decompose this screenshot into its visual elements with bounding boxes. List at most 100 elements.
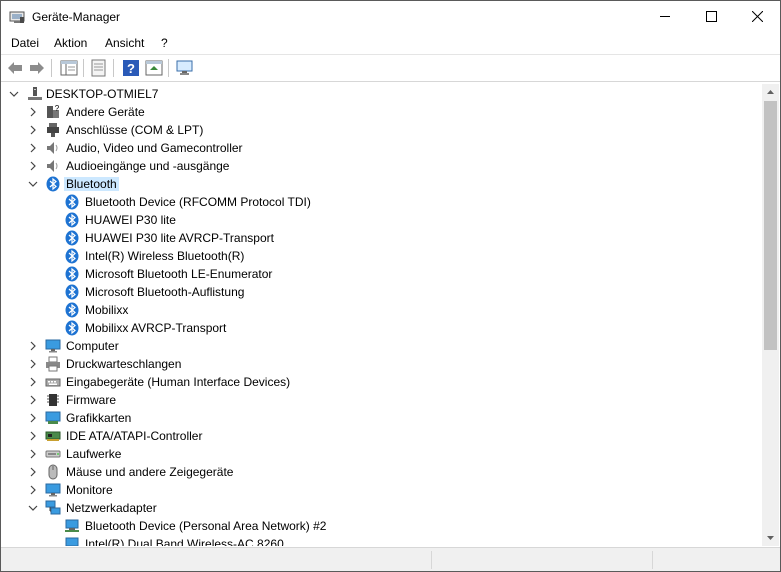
tree-device-bluetooth[interactable]: Microsoft Bluetooth LE-Enumerator	[2, 265, 762, 283]
chevron-right-icon[interactable]	[26, 465, 40, 479]
window-title: Geräte-Manager	[32, 10, 121, 24]
scrollbar-thumb[interactable]	[764, 101, 777, 350]
tree-category-firmware[interactable]: Firmware	[2, 391, 762, 409]
tree-device-label: Microsoft Bluetooth-Auflistung	[85, 285, 245, 299]
tree-device-network[interactable]: Bluetooth Device (Personal Area Network)…	[2, 517, 762, 535]
tree-root[interactable]: DESKTOP-OTMIEL7	[2, 85, 762, 103]
keyboard-icon	[45, 378, 61, 387]
menu-bar: Datei Aktion Ansicht ?	[1, 32, 780, 55]
tree-category-laufwerke[interactable]: Laufwerke	[2, 445, 762, 463]
chevron-right-icon[interactable]	[26, 141, 40, 155]
title-bar[interactable]: Geräte-Manager	[1, 1, 780, 32]
chevron-right-icon[interactable]	[26, 357, 40, 371]
help-icon[interactable]: ?	[121, 58, 141, 78]
chevron-right-icon[interactable]	[26, 105, 40, 119]
chevron-down-icon[interactable]	[7, 87, 21, 101]
minimize-button[interactable]	[642, 1, 688, 32]
bluetooth-icon	[65, 266, 79, 282]
forward-arrow-icon[interactable]	[27, 58, 47, 78]
tree-category-ide-ata[interactable]: IDE ATA/ATAPI-Controller	[2, 427, 762, 445]
tree-category-label: Eingabegeräte (Human Interface Devices)	[66, 375, 291, 389]
tree-device-network[interactable]: Intel(R) Dual Band Wireless-AC 8260	[2, 535, 762, 546]
tree-category-label: Computer	[66, 339, 119, 353]
chevron-right-icon[interactable]	[26, 123, 40, 137]
tree-category-label: Grafikkarten	[66, 411, 132, 425]
tree-category-andere-geraete[interactable]: ? Andere Geräte	[2, 103, 762, 121]
tree-category-label: Audioeingänge und -ausgänge	[66, 159, 230, 173]
close-button[interactable]	[734, 1, 780, 32]
chevron-down-icon[interactable]	[26, 501, 40, 515]
bluetooth-icon	[65, 230, 79, 246]
chevron-right-icon[interactable]	[26, 411, 40, 425]
tree-device-label: Mobilixx	[85, 303, 129, 317]
printer-icon	[46, 356, 60, 372]
bluetooth-icon	[65, 248, 79, 264]
tree-category-netzwerkadapter[interactable]: Netzwerkadapter	[2, 499, 762, 517]
chevron-down-icon[interactable]	[26, 177, 40, 191]
tree-category-grafikkarten[interactable]: Grafikkarten	[2, 409, 762, 427]
scan-hardware-icon[interactable]	[175, 58, 195, 78]
device-tree[interactable]: DESKTOP-OTMIEL7 ? Andere Geräte Anschlüs…	[2, 84, 762, 546]
bluetooth-icon	[46, 176, 60, 192]
maximize-icon	[705, 11, 717, 22]
tree-device-label: Intel(R) Dual Band Wireless-AC 8260	[85, 537, 284, 546]
tree-category-computer[interactable]: Computer	[2, 337, 762, 355]
network-adapter-icon	[65, 537, 79, 546]
chevron-right-icon[interactable]	[26, 429, 40, 443]
status-segment	[1, 551, 432, 569]
tree-category-audio-video[interactable]: Audio, Video und Gamecontroller	[2, 139, 762, 157]
speaker-icon	[47, 160, 58, 172]
chevron-right-icon[interactable]	[26, 393, 40, 407]
svg-text:?: ?	[55, 104, 60, 113]
chevron-right-icon[interactable]	[26, 339, 40, 353]
show-hide-tree-icon[interactable]	[59, 58, 79, 78]
unknown-device-icon: ?	[47, 104, 60, 118]
chevron-right-icon[interactable]	[26, 159, 40, 173]
speaker-icon	[47, 142, 58, 154]
tree-category-audioeingaenge[interactable]: Audioeingänge und -ausgänge	[2, 157, 762, 175]
tree-device-bluetooth[interactable]: Microsoft Bluetooth-Auflistung	[2, 283, 762, 301]
tree-device-label: HUAWEI P30 lite	[85, 213, 176, 227]
device-manager-window: Geräte-Manager Datei Aktion Ansicht ? ? …	[0, 0, 781, 572]
scroll-up-arrow-icon[interactable]	[762, 84, 779, 101]
status-bar	[1, 547, 780, 571]
menu-aktion[interactable]: Aktion	[54, 36, 87, 50]
network-icon	[45, 500, 61, 515]
tree-category-eingabegeraete[interactable]: Eingabegeräte (Human Interface Devices)	[2, 373, 762, 391]
tree-device-bluetooth[interactable]: HUAWEI P30 lite AVRCP-Transport	[2, 229, 762, 247]
tree-category-label: Monitore	[66, 483, 113, 497]
chevron-right-icon[interactable]	[26, 375, 40, 389]
tree-category-druckwarteschlangen[interactable]: Druckwarteschlangen	[2, 355, 762, 373]
monitor-icon	[45, 339, 61, 353]
maximize-button[interactable]	[688, 1, 734, 32]
tree-category-maeuse[interactable]: Mäuse und andere Zeigegeräte	[2, 463, 762, 481]
network-adapter-icon	[65, 519, 79, 532]
back-arrow-icon[interactable]	[5, 58, 25, 78]
drive-icon	[45, 450, 61, 458]
tree-device-bluetooth[interactable]: Bluetooth Device (RFCOMM Protocol TDI)	[2, 193, 762, 211]
tree-category-label: Laufwerke	[66, 447, 122, 461]
tree-device-label: Microsoft Bluetooth LE-Enumerator	[85, 267, 273, 281]
tree-category-anschluesse[interactable]: Anschlüsse (COM & LPT)	[2, 121, 762, 139]
scroll-down-arrow-icon[interactable]	[762, 529, 779, 546]
tree-category-bluetooth[interactable]: Bluetooth	[2, 175, 762, 193]
chevron-right-icon[interactable]	[26, 483, 40, 497]
tree-device-bluetooth[interactable]: Mobilixx AVRCP-Transport	[2, 319, 762, 337]
tree-category-label: IDE ATA/ATAPI-Controller	[66, 429, 203, 443]
tree-device-bluetooth[interactable]: Intel(R) Wireless Bluetooth(R)	[2, 247, 762, 265]
menu-help[interactable]: ?	[161, 36, 168, 50]
menu-ansicht[interactable]: Ansicht	[105, 36, 144, 50]
port-icon	[47, 123, 59, 137]
properties-icon[interactable]	[89, 58, 109, 78]
tree-device-bluetooth[interactable]: Mobilixx	[2, 301, 762, 319]
chevron-right-icon[interactable]	[26, 447, 40, 461]
vertical-scrollbar[interactable]	[762, 84, 779, 546]
controller-card-icon	[45, 431, 61, 441]
close-icon	[751, 11, 763, 22]
tree-device-bluetooth[interactable]: HUAWEI P30 lite	[2, 211, 762, 229]
menu-datei[interactable]: Datei	[11, 36, 39, 50]
update-driver-icon[interactable]	[144, 58, 164, 78]
bluetooth-icon	[65, 212, 79, 228]
tree-category-monitore[interactable]: Monitore	[2, 481, 762, 499]
monitor-icon	[45, 483, 61, 497]
